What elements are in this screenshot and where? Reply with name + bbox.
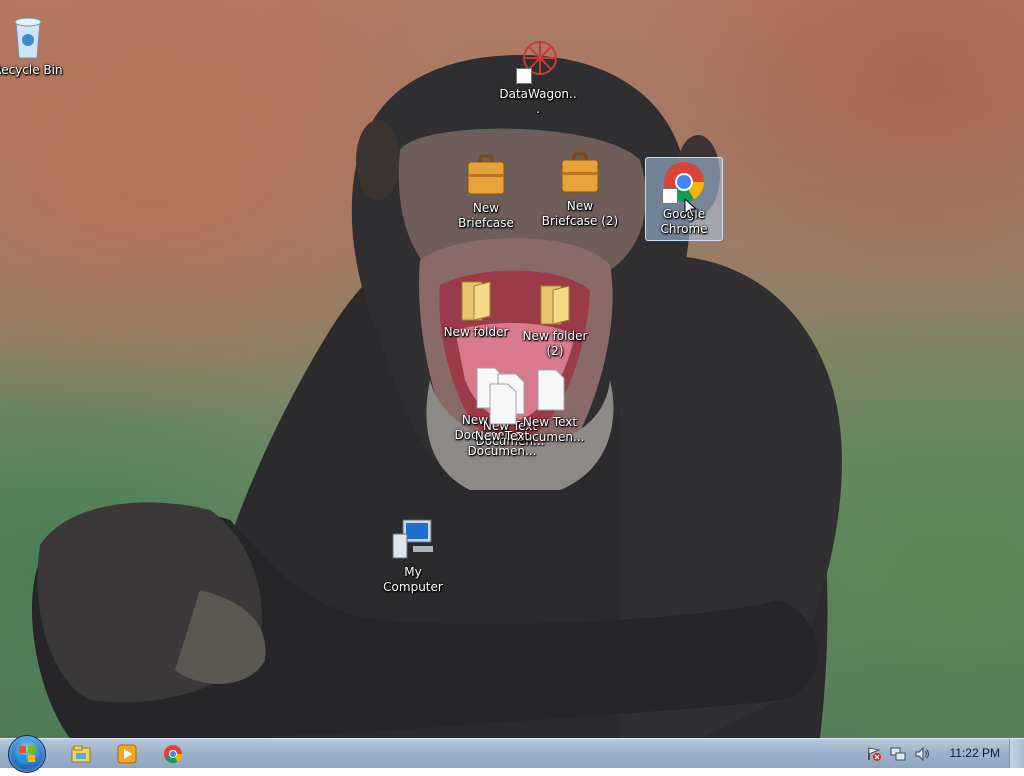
desktop-background: Recycle Bin DataWagon... New Briefcase N… — [0, 0, 1024, 738]
new-text-document-shortcut[interactable]: New Text Documen... — [462, 380, 542, 459]
start-button[interactable] — [8, 735, 46, 773]
new-folder-2-label: New folder (2) — [522, 329, 588, 358]
briefcase-icon — [556, 150, 604, 198]
media-player-icon[interactable] — [116, 743, 138, 765]
datawagon-label: DataWagon... — [499, 87, 577, 116]
text-document-icon — [478, 380, 526, 428]
new-folder-2-shortcut[interactable]: New folder (2) — [515, 280, 595, 359]
datawagon-icon — [514, 38, 562, 86]
new-folder-label: New folder — [443, 325, 509, 339]
new-folder-shortcut[interactable]: New folder — [436, 276, 516, 340]
my-computer-label: My Computer — [383, 565, 443, 594]
network-icon[interactable] — [890, 746, 906, 766]
folder-icon — [452, 276, 500, 324]
briefcase-icon — [462, 152, 510, 200]
system-tray: 11:22 PM — [858, 739, 1024, 768]
chrome-icon[interactable] — [162, 743, 184, 765]
computer-icon — [389, 516, 437, 564]
volume-icon[interactable] — [914, 746, 930, 766]
new-briefcase-label: New Briefcase — [458, 201, 514, 230]
my-computer-shortcut[interactable]: My Computer — [373, 516, 453, 595]
recycle-bin-shortcut[interactable]: Recycle Bin — [0, 14, 68, 78]
recycle-bin-label: Recycle Bin — [0, 63, 63, 77]
clock[interactable]: 11:22 PM — [950, 746, 1000, 760]
taskbar: 11:22 PM — [0, 735, 1024, 773]
new-briefcase-2-shortcut[interactable]: New Briefcase (2) — [540, 150, 620, 229]
recycle-bin-icon — [4, 14, 52, 62]
new-briefcase-2-label: New Briefcase (2) — [541, 199, 619, 228]
action-center-icon[interactable] — [866, 746, 882, 766]
new-text-document-label: New Text Documen... — [467, 429, 537, 458]
windows-explorer-icon[interactable] — [70, 743, 92, 765]
shortcut-arrow-icon — [662, 188, 678, 204]
shortcut-arrow-icon — [516, 68, 532, 84]
new-briefcase-shortcut[interactable]: New Briefcase — [446, 152, 526, 231]
mouse-cursor-icon — [684, 198, 698, 218]
folder-icon — [531, 280, 579, 328]
windows-logo-icon — [19, 746, 35, 762]
datawagon-shortcut[interactable]: DataWagon... — [498, 38, 578, 117]
show-desktop-button[interactable] — [1009, 739, 1024, 768]
